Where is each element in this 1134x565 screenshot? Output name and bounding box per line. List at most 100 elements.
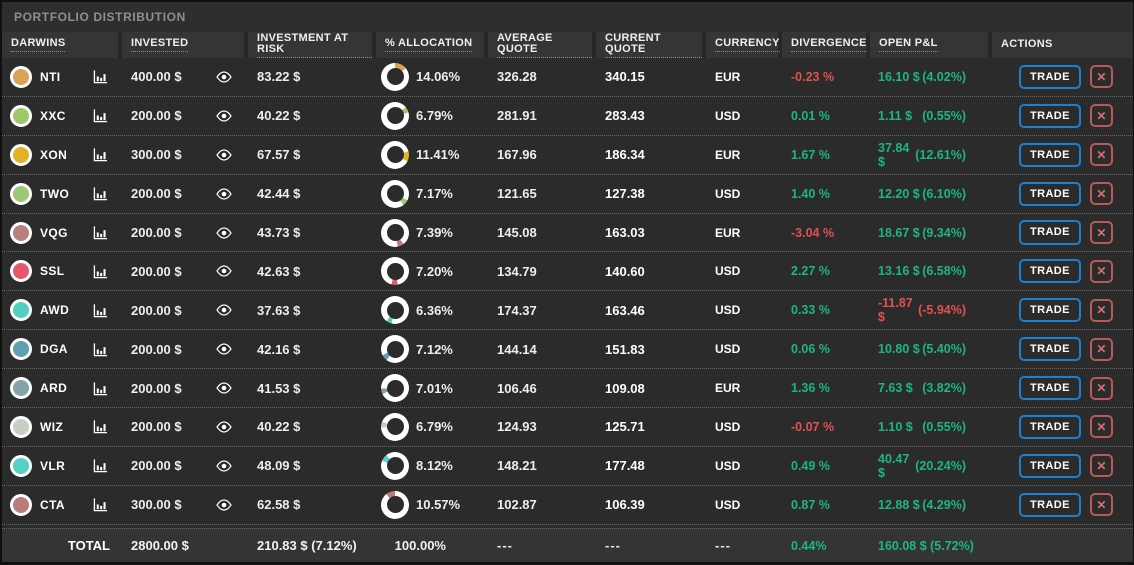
bar-chart-icon[interactable] bbox=[93, 225, 108, 240]
currency-value: EUR bbox=[715, 147, 741, 162]
trade-button[interactable]: TRADE bbox=[1019, 337, 1081, 362]
trade-button[interactable]: TRADE bbox=[1019, 181, 1081, 206]
table-row: TWO 200.00 $ 42.44 $ 7.17% 121.65 127.38… bbox=[2, 174, 1133, 214]
column-header-invested[interactable]: INVESTED bbox=[122, 32, 248, 58]
allocation-donut-chart bbox=[381, 62, 409, 91]
column-header-current-quote[interactable]: CURRENT QUOTE bbox=[596, 32, 706, 58]
eye-icon[interactable] bbox=[216, 304, 232, 316]
eye-icon[interactable] bbox=[216, 71, 232, 83]
close-position-icon[interactable]: ✕ bbox=[1089, 104, 1113, 128]
divergence-value: -0.23 % bbox=[791, 69, 835, 84]
bar-chart-icon[interactable] bbox=[93, 342, 108, 357]
current-quote-cell: 125.71 bbox=[596, 408, 706, 446]
total-invested: 2800.00 $ bbox=[131, 538, 189, 553]
invested-cell: 200.00 $ bbox=[122, 214, 248, 252]
currency-value: USD bbox=[715, 342, 741, 357]
currency-cell: USD bbox=[706, 291, 782, 329]
open-pnl-value: 1.11 $ bbox=[878, 108, 913, 123]
close-position-icon[interactable]: ✕ bbox=[1089, 259, 1113, 283]
allocation-cell: 6.79% bbox=[376, 97, 488, 135]
invested-value: 200.00 $ bbox=[131, 419, 182, 435]
trade-button[interactable]: TRADE bbox=[1019, 492, 1081, 517]
investment-at-risk-cell: 40.22 $ bbox=[248, 97, 376, 135]
eye-icon[interactable] bbox=[216, 149, 232, 161]
actions-cell: TRADE ✕ bbox=[992, 175, 1133, 213]
trade-button[interactable]: TRADE bbox=[1019, 259, 1081, 284]
close-position-icon[interactable]: ✕ bbox=[1089, 415, 1113, 439]
investment-at-risk-cell: 62.58 $ bbox=[248, 486, 376, 524]
open-pnl-value: 37.84 $ bbox=[878, 140, 910, 169]
average-quote-value: 121.65 bbox=[497, 186, 537, 202]
trade-button[interactable]: TRADE bbox=[1019, 453, 1081, 478]
current-quote-value: 127.38 bbox=[605, 186, 645, 202]
bar-chart-icon[interactable] bbox=[93, 264, 108, 279]
close-position-icon[interactable]: ✕ bbox=[1089, 337, 1113, 361]
darwin-avatar bbox=[10, 454, 32, 477]
column-header-divergence[interactable]: DIVERGENCE bbox=[782, 32, 870, 58]
close-position-icon[interactable]: ✕ bbox=[1089, 376, 1113, 400]
bar-chart-icon[interactable] bbox=[93, 303, 108, 318]
open-pnl-cell: 16.10 $ (4.02%) bbox=[870, 58, 992, 96]
eye-icon[interactable] bbox=[216, 382, 232, 394]
actions-cell: TRADE ✕ bbox=[992, 97, 1133, 135]
darwin-ticker: WIZ bbox=[40, 419, 64, 434]
column-header-currency[interactable]: CURRENCY bbox=[706, 32, 782, 58]
divergence-value: 0.87 % bbox=[791, 497, 830, 512]
average-quote-value: 148.21 bbox=[497, 458, 537, 474]
currency-cell: USD bbox=[706, 447, 782, 485]
close-position-icon[interactable]: ✕ bbox=[1089, 143, 1113, 167]
column-header-average-quote[interactable]: AVERAGE QUOTE bbox=[488, 32, 596, 58]
bar-chart-icon[interactable] bbox=[93, 419, 108, 434]
current-quote-value: 163.03 bbox=[605, 225, 645, 240]
darwin-avatar bbox=[10, 65, 32, 88]
currency-cell: USD bbox=[706, 330, 782, 368]
column-header-allocation[interactable]: % ALLOCATION bbox=[376, 32, 488, 58]
eye-icon[interactable] bbox=[216, 265, 232, 277]
bar-chart-icon[interactable] bbox=[93, 186, 108, 201]
bar-chart-icon[interactable] bbox=[93, 497, 108, 512]
bar-chart-icon[interactable] bbox=[93, 458, 108, 473]
close-position-icon[interactable]: ✕ bbox=[1089, 182, 1113, 206]
open-pnl-percent: (9.34%) bbox=[922, 225, 966, 240]
eye-icon[interactable] bbox=[216, 421, 232, 433]
eye-icon[interactable] bbox=[216, 499, 232, 511]
column-header-open-pnl[interactable]: OPEN P&L bbox=[870, 32, 992, 58]
eye-icon[interactable] bbox=[216, 226, 232, 239]
allocation-value: 6.79% bbox=[416, 419, 453, 435]
darwin-avatar bbox=[10, 182, 32, 205]
invested-cell: 200.00 $ bbox=[122, 291, 248, 329]
eye-icon[interactable] bbox=[216, 188, 232, 200]
allocation-value: 11.41% bbox=[416, 147, 460, 163]
eye-icon[interactable] bbox=[216, 110, 232, 122]
close-position-icon[interactable]: ✕ bbox=[1089, 221, 1113, 244]
darwin-avatar bbox=[10, 493, 32, 516]
allocation-cell: 7.01% bbox=[376, 369, 488, 407]
close-position-icon[interactable]: ✕ bbox=[1089, 454, 1113, 478]
trade-button[interactable]: TRADE bbox=[1019, 375, 1081, 401]
eye-icon[interactable] bbox=[216, 460, 232, 472]
current-quote-cell: 283.43 bbox=[596, 97, 706, 135]
trade-button[interactable]: TRADE bbox=[1019, 103, 1081, 128]
current-quote-value: 140.60 bbox=[605, 263, 645, 279]
close-position-icon[interactable]: ✕ bbox=[1089, 65, 1113, 89]
trade-button[interactable]: TRADE bbox=[1019, 414, 1081, 440]
trade-button[interactable]: TRADE bbox=[1019, 220, 1081, 245]
total-allocation: 100.00% bbox=[394, 538, 446, 553]
trade-button[interactable]: TRADE bbox=[1019, 142, 1081, 167]
bar-chart-icon[interactable] bbox=[93, 69, 108, 84]
column-header-darwins[interactable]: DARWINS bbox=[2, 32, 122, 58]
allocation-donut-chart bbox=[381, 490, 409, 519]
eye-icon[interactable] bbox=[216, 343, 232, 355]
trade-button[interactable]: TRADE bbox=[1019, 298, 1081, 323]
column-header-investment-at-risk[interactable]: INVESTMENT AT RISK bbox=[248, 32, 376, 58]
allocation-donut-chart bbox=[381, 335, 409, 364]
bar-chart-icon[interactable] bbox=[93, 108, 108, 123]
darwin-ticker: SSL bbox=[40, 264, 65, 279]
close-position-icon[interactable]: ✕ bbox=[1089, 298, 1113, 322]
bar-chart-icon[interactable] bbox=[93, 381, 108, 396]
close-position-icon[interactable]: ✕ bbox=[1089, 493, 1113, 517]
invested-cell: 400.00 $ bbox=[122, 58, 248, 96]
trade-button[interactable]: TRADE bbox=[1019, 64, 1081, 90]
bar-chart-icon[interactable] bbox=[93, 147, 108, 162]
invested-cell: 200.00 $ bbox=[122, 369, 248, 407]
